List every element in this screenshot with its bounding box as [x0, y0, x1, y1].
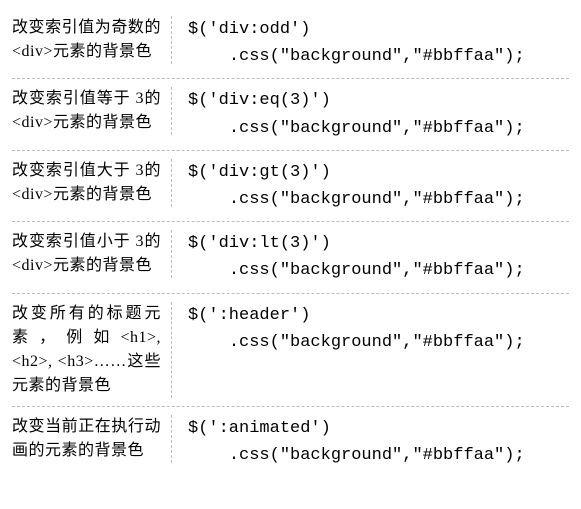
example-description: 改变索引值小于 3的<div>元素的背景色 [12, 230, 172, 278]
example-description: 改变所有的标题元素，例如<h1>, <h2>, <h3>……这些元素的背景色 [12, 302, 172, 398]
example-code: $('div:odd') .css("background","#bbffaa"… [172, 16, 569, 70]
table-row: 改变索引值等于 3的<div>元素的背景色 $('div:eq(3)') .cs… [12, 79, 569, 150]
table-row: 改变当前正在执行动画的元素的背景色 $(':animated') .css("b… [12, 407, 569, 477]
table-row: 改变所有的标题元素，例如<h1>, <h2>, <h3>……这些元素的背景色 $… [12, 294, 569, 407]
example-code: $('div:lt(3)') .css("background","#bbffa… [172, 230, 569, 284]
table-row: 改变索引值为奇数的<div>元素的背景色 $('div:odd') .css("… [12, 8, 569, 79]
table-row: 改变索引值小于 3的<div>元素的背景色 $('div:lt(3)') .cs… [12, 222, 569, 293]
example-code: $('div:gt(3)') .css("background","#bbffa… [172, 159, 569, 213]
table-row: 改变索引值大于 3的<div>元素的背景色 $('div:gt(3)') .cs… [12, 151, 569, 222]
example-description: 改变索引值为奇数的<div>元素的背景色 [12, 16, 172, 64]
example-description: 改变索引值大于 3的<div>元素的背景色 [12, 159, 172, 207]
code-example-table: 改变索引值为奇数的<div>元素的背景色 $('div:odd') .css("… [12, 8, 569, 477]
example-code: $(':header') .css("background","#bbffaa"… [172, 302, 569, 356]
example-description: 改变当前正在执行动画的元素的背景色 [12, 415, 172, 463]
example-code: $(':animated') .css("background","#bbffa… [172, 415, 569, 469]
example-code: $('div:eq(3)') .css("background","#bbffa… [172, 87, 569, 141]
example-description: 改变索引值等于 3的<div>元素的背景色 [12, 87, 172, 135]
